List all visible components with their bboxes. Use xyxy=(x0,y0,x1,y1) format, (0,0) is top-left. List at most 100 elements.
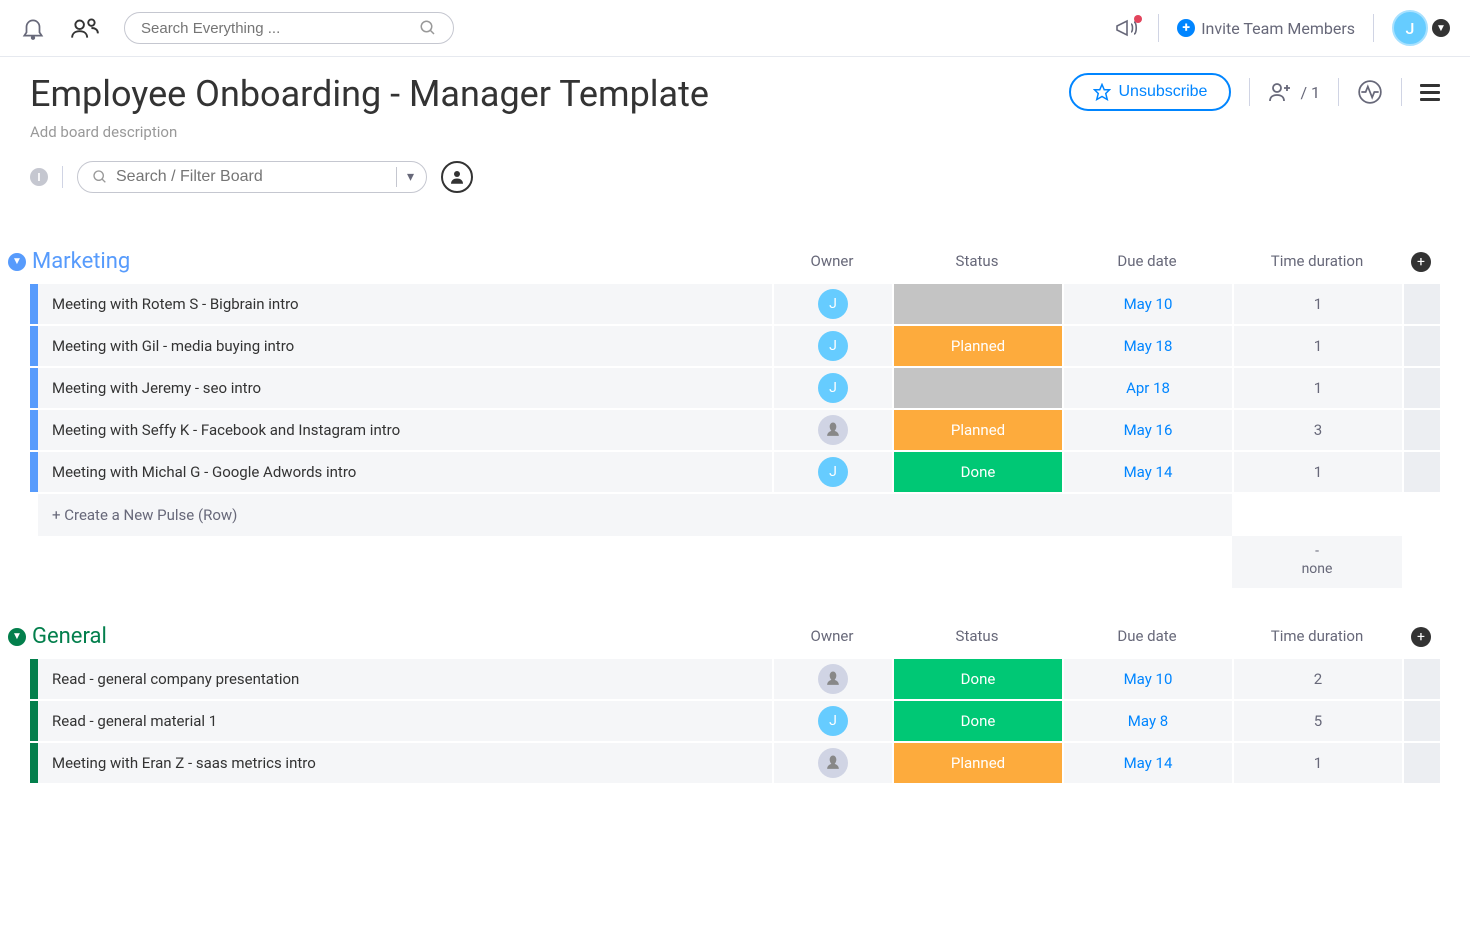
status-cell[interactable] xyxy=(892,368,1062,408)
board-search[interactable]: ▾ xyxy=(77,161,427,193)
owner-cell[interactable]: J xyxy=(772,368,892,408)
plus-icon: + xyxy=(1177,19,1195,37)
activity-icon[interactable] xyxy=(1357,79,1383,105)
row-end-cell xyxy=(1402,701,1440,741)
time-duration-cell[interactable]: 1 xyxy=(1232,368,1402,408)
group-summary-row: -none xyxy=(30,536,1440,588)
status-cell[interactable]: Done xyxy=(892,659,1062,699)
row-color-stripe xyxy=(30,410,38,450)
group-title[interactable]: Marketing xyxy=(32,249,130,274)
unsubscribe-button[interactable]: Unsubscribe xyxy=(1069,73,1232,111)
owner-cell[interactable] xyxy=(772,410,892,450)
due-date-cell[interactable]: May 10 xyxy=(1062,284,1232,324)
time-duration-cell[interactable]: 1 xyxy=(1232,743,1402,783)
board-description[interactable]: Add board description xyxy=(30,123,709,141)
search-dropdown-toggle[interactable]: ▾ xyxy=(396,167,424,187)
owner-cell[interactable]: J xyxy=(772,284,892,324)
status-cell[interactable]: Done xyxy=(892,452,1062,492)
create-row[interactable]: + Create a New Pulse (Row) xyxy=(30,494,1440,536)
owner-cell[interactable] xyxy=(772,743,892,783)
time-duration-cell[interactable]: 1 xyxy=(1232,326,1402,366)
row-end-cell xyxy=(1402,368,1440,408)
due-date-cell[interactable]: May 14 xyxy=(1062,452,1232,492)
board-content: ▼ Marketing Owner Status Due date Time d… xyxy=(0,203,1470,825)
row-name-cell[interactable]: Meeting with Gil - media buying intro xyxy=(38,326,772,366)
time-duration-cell[interactable]: 5 xyxy=(1232,701,1402,741)
owner-avatar[interactable] xyxy=(818,748,848,778)
notifications-icon[interactable] xyxy=(20,15,46,41)
row-name-cell[interactable]: Meeting with Michal G - Google Adwords i… xyxy=(38,452,772,492)
status-cell[interactable] xyxy=(892,284,1062,324)
column-header-due[interactable]: Due date xyxy=(1062,627,1232,647)
due-date-cell[interactable]: May 10 xyxy=(1062,659,1232,699)
announcements-icon[interactable] xyxy=(1114,17,1140,39)
status-cell[interactable]: Planned xyxy=(892,326,1062,366)
owner-avatar[interactable] xyxy=(818,664,848,694)
group-title[interactable]: General xyxy=(32,624,107,649)
unsubscribe-label: Unsubscribe xyxy=(1119,83,1208,101)
row-name-cell[interactable]: Meeting with Rotem S - Bigbrain intro xyxy=(38,284,772,324)
global-search-input[interactable] xyxy=(141,20,419,37)
board-menu-icon[interactable] xyxy=(1420,84,1440,101)
divider xyxy=(1401,78,1402,106)
owner-avatar[interactable] xyxy=(818,415,848,445)
column-header-status[interactable]: Status xyxy=(892,627,1062,647)
members-count[interactable]: / 1 xyxy=(1268,81,1320,103)
due-date-cell[interactable]: May 14 xyxy=(1062,743,1232,783)
owner-cell[interactable]: J xyxy=(772,452,892,492)
person-filter-icon[interactable] xyxy=(441,161,473,193)
chevron-down-icon: ▼ xyxy=(1432,19,1450,37)
user-menu[interactable]: J ▼ xyxy=(1392,10,1450,46)
status-cell[interactable]: Planned xyxy=(892,410,1062,450)
create-row-label[interactable]: + Create a New Pulse (Row) xyxy=(38,494,1232,536)
owner-avatar[interactable]: J xyxy=(818,373,848,403)
row-end-cell xyxy=(1402,452,1440,492)
due-date-cell[interactable]: May 8 xyxy=(1062,701,1232,741)
add-column[interactable]: + xyxy=(1402,252,1440,272)
status-cell[interactable]: Planned xyxy=(892,743,1062,783)
status-cell[interactable]: Done xyxy=(892,701,1062,741)
column-header-time[interactable]: Time duration xyxy=(1232,252,1402,272)
owner-avatar[interactable]: J xyxy=(818,331,848,361)
invite-team-link[interactable]: + Invite Team Members xyxy=(1177,19,1355,38)
board-search-input[interactable] xyxy=(116,168,396,186)
table-row: Meeting with Seffy K - Facebook and Inst… xyxy=(30,410,1440,452)
global-search[interactable] xyxy=(124,12,454,44)
info-icon[interactable]: I xyxy=(30,168,48,186)
due-date-cell[interactable]: May 18 xyxy=(1062,326,1232,366)
owner-avatar[interactable]: J xyxy=(818,706,848,736)
row-name-cell[interactable]: Read - general material 1 xyxy=(38,701,772,741)
star-icon xyxy=(1093,83,1111,101)
row-name-cell[interactable]: Read - general company presentation xyxy=(38,659,772,699)
due-date-cell[interactable]: May 16 xyxy=(1062,410,1232,450)
add-column[interactable]: + xyxy=(1402,627,1440,647)
row-name-cell[interactable]: Meeting with Seffy K - Facebook and Inst… xyxy=(38,410,772,450)
time-duration-cell[interactable]: 3 xyxy=(1232,410,1402,450)
column-header-due[interactable]: Due date xyxy=(1062,252,1232,272)
owner-cell[interactable]: J xyxy=(772,701,892,741)
row-name-cell[interactable]: Meeting with Eran Z - saas metrics intro xyxy=(38,743,772,783)
group-header: ▼ Marketing Owner Status Due date Time d… xyxy=(8,249,1440,274)
search-icon xyxy=(419,19,437,37)
row-color-stripe xyxy=(30,284,38,324)
group-collapse-toggle[interactable]: ▼ xyxy=(8,253,26,271)
divider xyxy=(1249,78,1250,106)
due-date-cell[interactable]: Apr 18 xyxy=(1062,368,1232,408)
owner-cell[interactable] xyxy=(772,659,892,699)
column-header-time[interactable]: Time duration xyxy=(1232,627,1402,647)
column-header-owner[interactable]: Owner xyxy=(772,252,892,272)
group-collapse-toggle[interactable]: ▼ xyxy=(8,628,26,646)
divider xyxy=(1158,14,1159,42)
owner-avatar[interactable]: J xyxy=(818,457,848,487)
time-duration-cell[interactable]: 1 xyxy=(1232,452,1402,492)
owner-avatar[interactable]: J xyxy=(818,289,848,319)
column-header-status[interactable]: Status xyxy=(892,252,1062,272)
owner-cell[interactable]: J xyxy=(772,326,892,366)
column-header-owner[interactable]: Owner xyxy=(772,627,892,647)
time-duration-cell[interactable]: 2 xyxy=(1232,659,1402,699)
invite-label: Invite Team Members xyxy=(1201,19,1355,38)
row-name-cell[interactable]: Meeting with Jeremy - seo intro xyxy=(38,368,772,408)
inbox-icon[interactable] xyxy=(70,15,100,41)
members-count-text: / 1 xyxy=(1300,83,1320,102)
time-duration-cell[interactable]: 1 xyxy=(1232,284,1402,324)
